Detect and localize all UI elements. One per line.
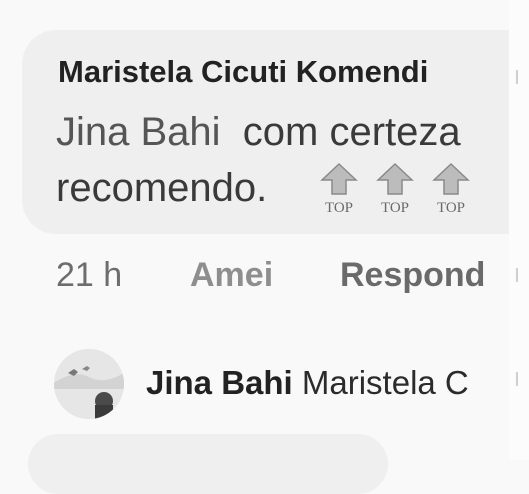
reply-mention[interactable]: Maristela C	[302, 364, 469, 401]
scroll-edge-mark	[516, 372, 518, 386]
top-arrow-icon: TOP	[376, 162, 414, 216]
comment-text-line2: recomendo.	[56, 166, 268, 210]
reply-bubble	[28, 434, 388, 494]
right-edge	[509, 0, 529, 460]
comment-timestamp[interactable]: 21 h	[56, 256, 122, 295]
love-reaction-button[interactable]: Amei	[190, 256, 273, 295]
top-label: TOP	[437, 200, 465, 216]
comment-text-rest: com certeza	[242, 110, 461, 154]
comment-text-line1: Jina Bahi com certeza	[56, 110, 461, 155]
scroll-edge-mark	[516, 268, 518, 282]
comment-author[interactable]: Maristela Cicuti Komendi	[58, 54, 428, 90]
top-label: TOP	[381, 200, 409, 216]
reply-button[interactable]: Respond	[340, 256, 485, 295]
avatar-image	[54, 349, 124, 419]
top-arrow-icon: TOP	[320, 162, 358, 216]
avatar[interactable]	[54, 349, 124, 419]
top-label: TOP	[325, 200, 353, 216]
scroll-edge-mark	[516, 70, 518, 84]
reply-author[interactable]: Jina Bahi	[146, 364, 293, 401]
comment-mention[interactable]: Jina Bahi	[56, 110, 221, 154]
top-arrow-icon: TOP	[432, 162, 470, 216]
reply-text: Jina Bahi Maristela C	[146, 364, 469, 402]
